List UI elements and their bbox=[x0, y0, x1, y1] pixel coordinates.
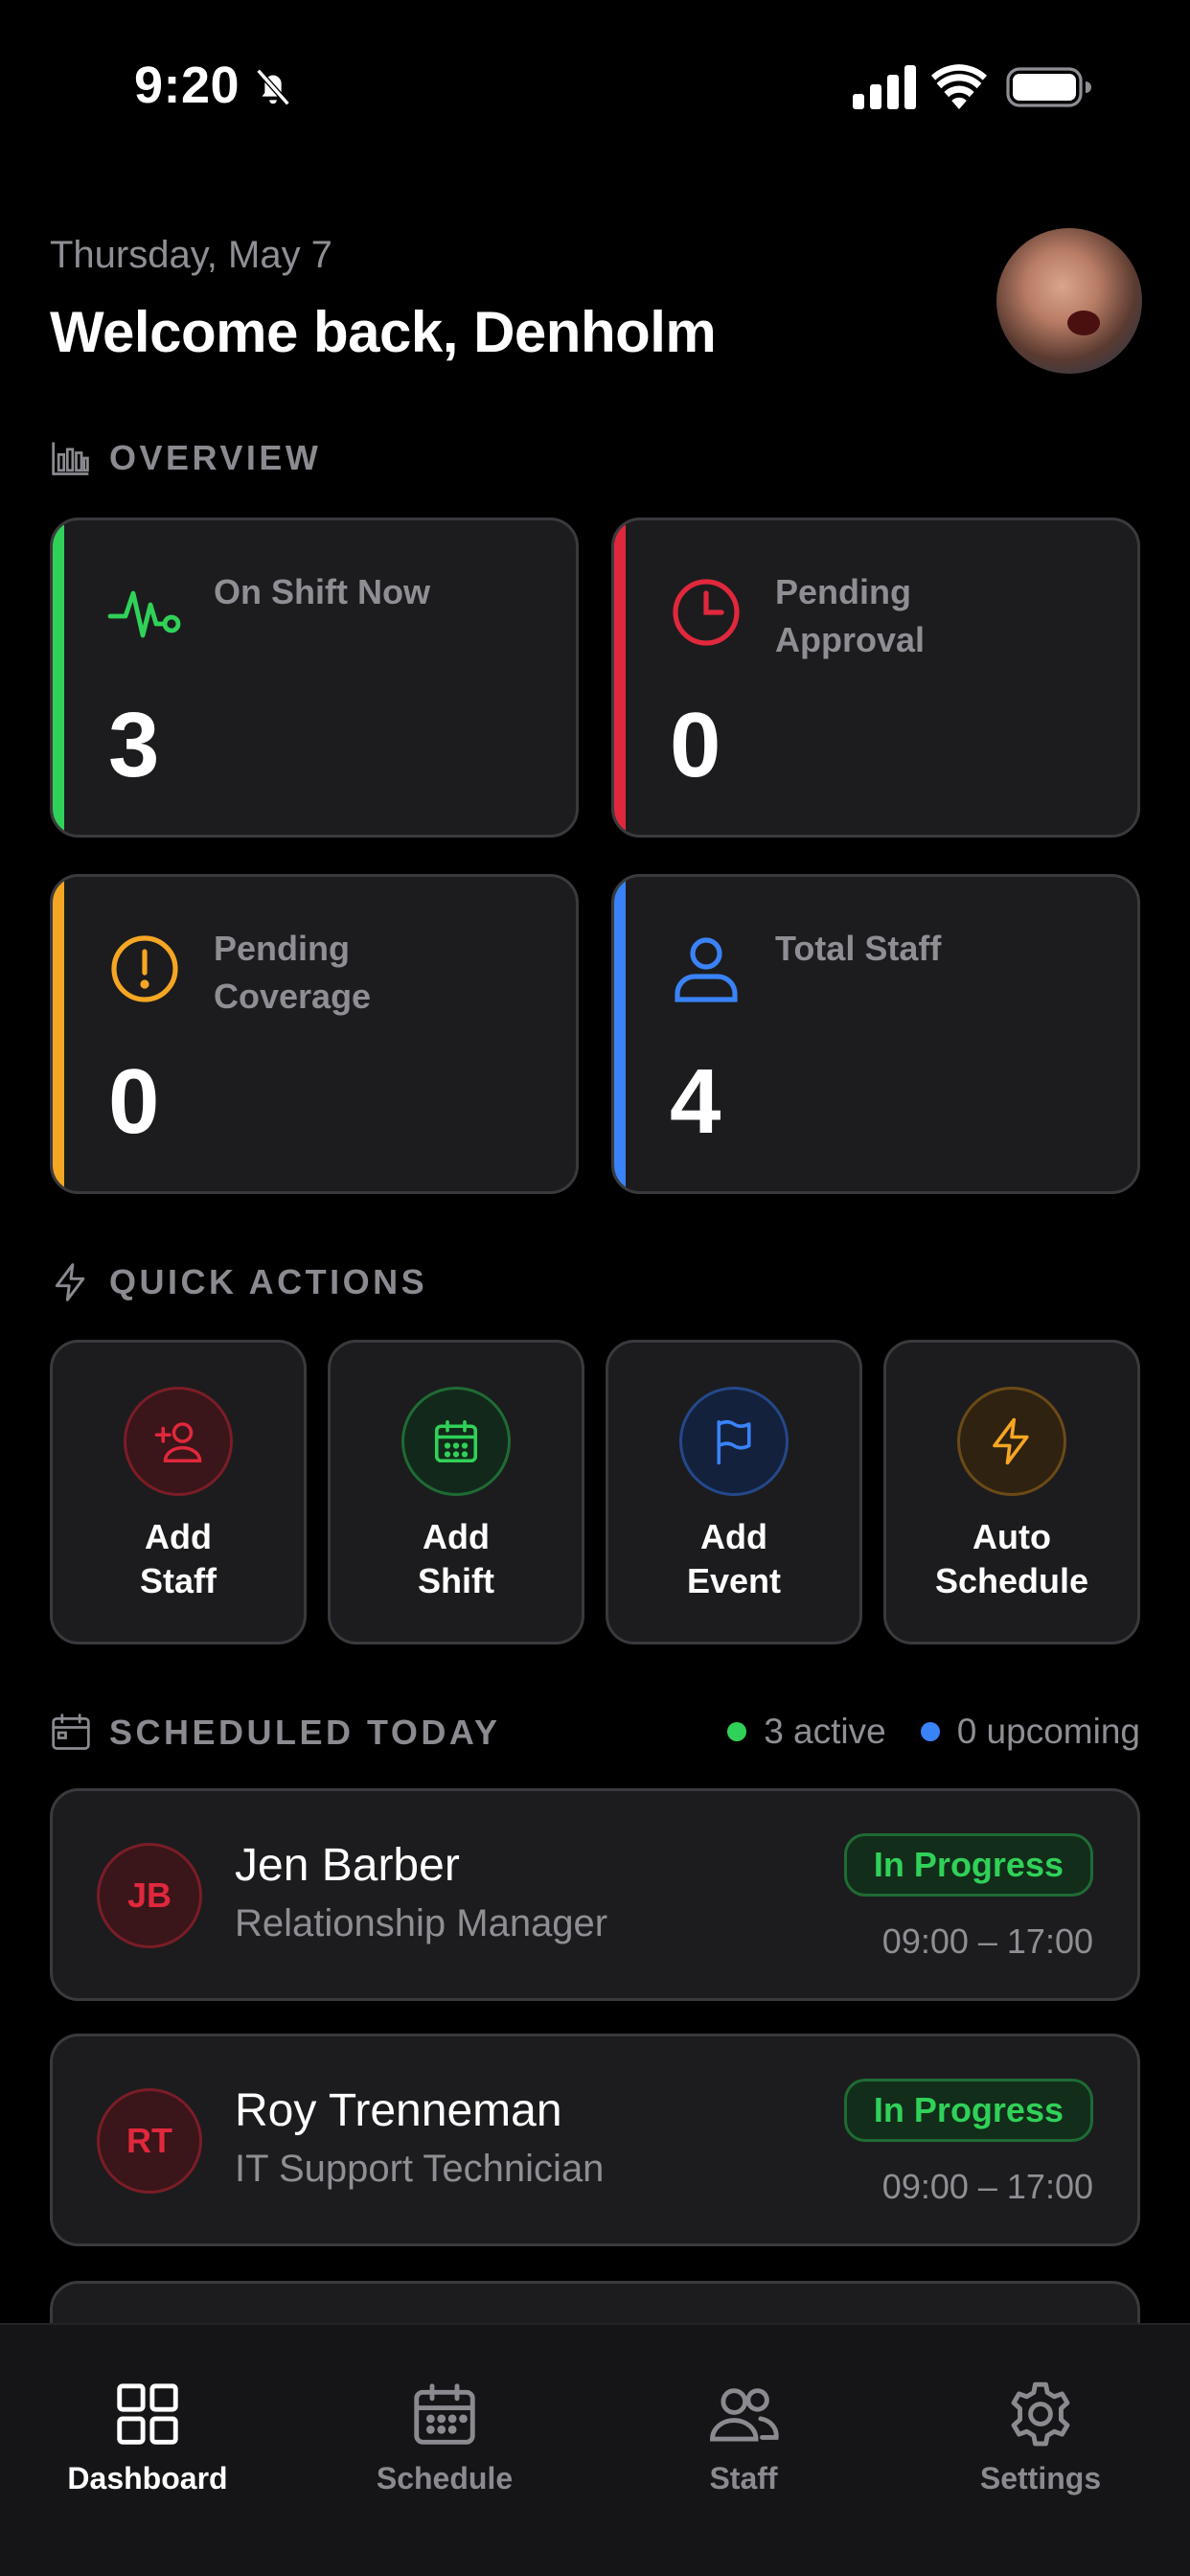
person-icon bbox=[675, 937, 738, 1002]
on-shift-card[interactable]: On Shift Now 3 bbox=[50, 518, 579, 838]
calendar-icon bbox=[52, 1714, 90, 1750]
tab-staff[interactable]: Staff bbox=[600, 2377, 887, 2496]
tab-staff-label: Staff bbox=[709, 2461, 778, 2496]
card-value: 0 bbox=[108, 1050, 160, 1153]
status-time: 9:20 bbox=[134, 57, 240, 114]
card-accent bbox=[53, 877, 64, 1191]
staff-role: IT Support Technician bbox=[235, 2148, 605, 2190]
heartbeat-icon bbox=[107, 590, 181, 638]
add-staff-icon-circle bbox=[124, 1387, 233, 1496]
card-value: 4 bbox=[670, 1050, 721, 1153]
active-count-label: 3 active bbox=[764, 1712, 886, 1751]
battery-icon bbox=[1006, 67, 1091, 107]
staff-row[interactable]: JB Jen Barber Relationship Manager In Pr… bbox=[50, 1788, 1140, 2001]
card-value: 3 bbox=[108, 694, 160, 796]
add-shift-icon-circle bbox=[401, 1387, 511, 1496]
auto-schedule-icon-circle bbox=[957, 1387, 1066, 1496]
card-accent bbox=[614, 877, 626, 1191]
status-bar: 9:20 bbox=[0, 0, 1190, 153]
current-date: Thursday, May 7 bbox=[50, 234, 332, 276]
add-shift-label: Add Shift bbox=[418, 1517, 494, 1600]
clock-icon bbox=[673, 579, 740, 646]
bar-chart-icon bbox=[52, 442, 89, 475]
add-event-label: Add Event bbox=[686, 1517, 782, 1600]
add-staff-button[interactable]: Add Staff bbox=[50, 1340, 307, 1644]
staff-name: Roy Trenneman bbox=[235, 2085, 562, 2136]
quick-actions-title: QUICK ACTIONS bbox=[109, 1262, 428, 1301]
active-dot bbox=[727, 1722, 747, 1741]
upcoming-count-label: 0 upcoming bbox=[956, 1712, 1140, 1751]
add-staff-label: Add Staff bbox=[140, 1517, 217, 1600]
tab-dashboard-label: Dashboard bbox=[67, 2461, 228, 2496]
card-label: Total Staff bbox=[775, 929, 942, 968]
avatar[interactable] bbox=[996, 228, 1142, 374]
add-event-button[interactable]: Add Event bbox=[606, 1340, 862, 1644]
auto-schedule-label: Auto Schedule bbox=[934, 1517, 1089, 1600]
upcoming-dot bbox=[920, 1722, 940, 1741]
card-label: Pending Coverage bbox=[214, 929, 372, 1016]
pending-coverage-card[interactable]: Pending Coverage 0 bbox=[50, 874, 579, 1194]
people-icon bbox=[710, 2388, 779, 2442]
tab-bar: Dashboard Schedule Staff Settings bbox=[0, 2323, 1190, 2576]
pending-approval-card[interactable]: Pending Approval 0 bbox=[611, 518, 1140, 838]
overview-title: OVERVIEW bbox=[109, 438, 322, 477]
tab-settings-label: Settings bbox=[979, 2461, 1102, 2496]
grid-icon bbox=[117, 2383, 178, 2445]
shift-time: 09:00 – 17:00 bbox=[881, 2167, 1093, 2206]
welcome-heading: Welcome back, Denholm bbox=[50, 300, 717, 364]
staff-row[interactable]: RT Roy Trenneman IT Support Technician I… bbox=[50, 2034, 1140, 2246]
tab-dashboard[interactable]: Dashboard bbox=[4, 2377, 291, 2496]
total-staff-card[interactable]: Total Staff 4 bbox=[611, 874, 1140, 1194]
calendar-icon bbox=[414, 2383, 475, 2445]
add-shift-button[interactable]: Add Shift bbox=[328, 1340, 584, 1644]
overview-section-header: OVERVIEW bbox=[50, 437, 321, 479]
lightning-icon bbox=[993, 1417, 1029, 1465]
wifi-icon bbox=[931, 64, 987, 109]
card-label: On Shift Now bbox=[214, 572, 430, 611]
avatar: RT bbox=[97, 2088, 202, 2194]
tab-schedule-label: Schedule bbox=[376, 2461, 514, 2496]
shift-time: 09:00 – 17:00 bbox=[881, 1921, 1093, 1961]
avatar: JB bbox=[97, 1843, 202, 1948]
staff-name: Jen Barber bbox=[235, 1840, 460, 1891]
auto-schedule-button[interactable]: Auto Schedule bbox=[883, 1340, 1140, 1644]
lightning-icon bbox=[55, 1263, 85, 1301]
bell-muted-icon bbox=[256, 68, 290, 106]
card-accent bbox=[53, 520, 64, 835]
card-value: 0 bbox=[670, 694, 721, 796]
calendar-icon bbox=[434, 1419, 478, 1463]
scheduled-title: SCHEDULED TODAY bbox=[109, 1713, 501, 1752]
staff-role: Relationship Manager bbox=[235, 1902, 608, 1944]
card-label: Pending Approval bbox=[775, 572, 926, 659]
card-accent bbox=[614, 520, 626, 835]
status-badge: In Progress bbox=[843, 1833, 1093, 1897]
upcoming-count: 0 upcoming bbox=[920, 1712, 1140, 1752]
tab-schedule[interactable]: Schedule bbox=[301, 2377, 588, 2496]
quick-actions-section-header: QUICK ACTIONS bbox=[50, 1261, 427, 1303]
scheduled-section-header: SCHEDULED TODAY bbox=[50, 1712, 501, 1754]
tab-settings[interactable]: Settings bbox=[897, 2377, 1184, 2496]
signal-icon bbox=[853, 65, 916, 109]
status-badge: In Progress bbox=[843, 2079, 1093, 2142]
gear-icon bbox=[1011, 2381, 1070, 2447]
alert-circle-icon bbox=[111, 935, 178, 1002]
add-event-icon-circle bbox=[679, 1387, 789, 1496]
add-user-icon bbox=[154, 1422, 202, 1463]
active-count: 3 active bbox=[727, 1712, 886, 1752]
schedule-counts: 3 active 0 upcoming bbox=[693, 1712, 1140, 1752]
flag-icon bbox=[717, 1419, 751, 1465]
